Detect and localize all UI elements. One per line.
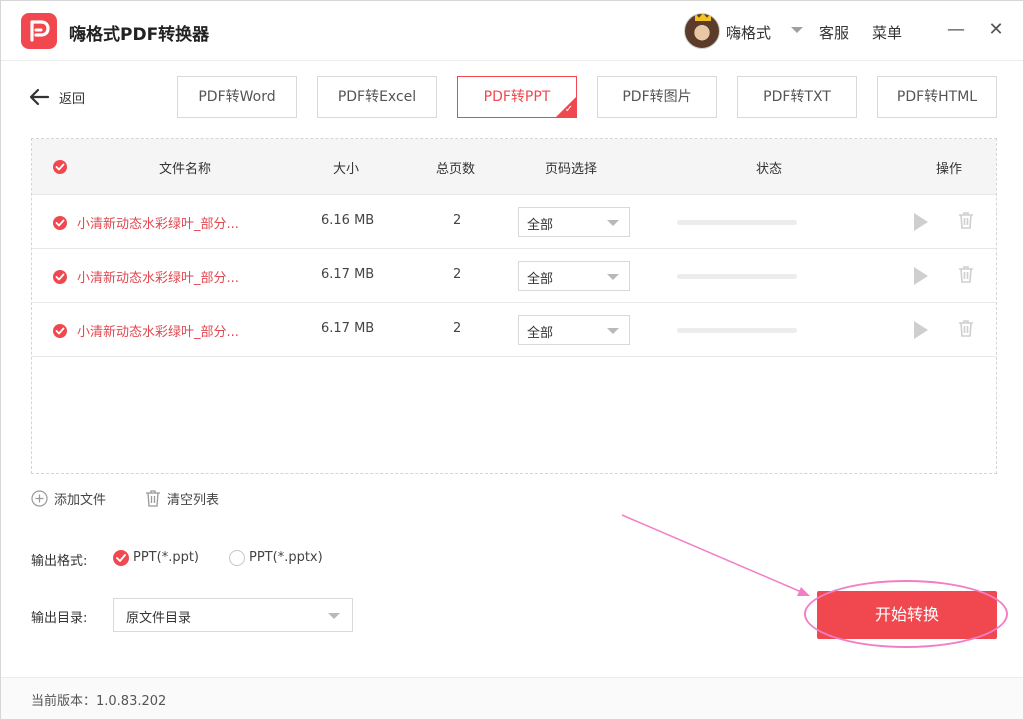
row-checkbox[interactable] [53, 324, 67, 338]
file-name: 小清新动态水彩绿叶_部分... [77, 271, 239, 286]
check-icon [55, 273, 65, 281]
version-text: 当前版本：1.0.83.202 [31, 694, 167, 709]
output-dir-select[interactable]: 原文件目录 [113, 598, 353, 632]
row-checkbox[interactable] [53, 270, 67, 284]
tab-pdf-to-word[interactable]: PDF转Word [177, 76, 297, 118]
chevron-down-icon [607, 274, 619, 280]
conversion-progress [677, 274, 797, 279]
page-range-value: 全部 [527, 218, 554, 233]
page-range-select[interactable]: 全部 [518, 207, 630, 237]
header-pages: 总页数 [436, 162, 476, 177]
page-range-select[interactable]: 全部 [518, 315, 630, 345]
chevron-down-icon [607, 220, 619, 226]
file-size: 6.17 MB [321, 267, 375, 282]
trash-icon[interactable] [958, 319, 974, 337]
tab-pdf-to-txt[interactable]: PDF转TXT [737, 76, 857, 118]
table-row: 小清新动态水彩绿叶_部分... 6.16 MB 2 全部 [32, 195, 996, 249]
user-name[interactable]: 嗨格式 [726, 22, 771, 43]
format-ppt-label[interactable]: PPT(*.ppt) [133, 550, 199, 565]
header-name: 文件名称 [159, 162, 212, 177]
format-pptx-label[interactable]: PPT(*.pptx) [249, 550, 323, 565]
crown-icon [695, 14, 711, 21]
table-row: 小清新动态水彩绿叶_部分... 6.17 MB 2 全部 [32, 303, 996, 357]
header-ops: 操作 [936, 162, 963, 177]
page-range-value: 全部 [527, 326, 554, 341]
menu-link[interactable]: 菜单 [872, 22, 902, 43]
file-size: 6.17 MB [321, 321, 375, 336]
app-window: 嗨格式PDF转换器 嗨格式 客服 菜单 — ✕ 返回 PDF转Word PDF转… [0, 0, 1024, 720]
tab-label: PDF转PPT [483, 89, 551, 105]
app-logo-icon [21, 13, 57, 49]
chevron-down-icon[interactable] [791, 27, 803, 33]
header-size: 大小 [333, 162, 360, 177]
trash-icon [146, 490, 160, 507]
add-file-label: 添加文件 [54, 492, 107, 508]
select-all-checkbox[interactable] [53, 160, 67, 174]
add-file-button[interactable]: 添加文件 [31, 489, 107, 508]
trash-icon[interactable] [958, 211, 974, 229]
format-pptx-radio[interactable] [229, 550, 245, 566]
back-button[interactable]: 返回 [29, 87, 85, 107]
page-range-select[interactable]: 全部 [518, 261, 630, 291]
row-checkbox[interactable] [53, 216, 67, 230]
chevron-down-icon [328, 613, 340, 619]
check-icon [55, 327, 65, 335]
table-header: 文件名称 大小 总页数 页码选择 状态 操作 [32, 139, 996, 195]
minimize-button[interactable]: — [945, 19, 967, 41]
app-title: 嗨格式PDF转换器 [69, 25, 210, 45]
header-range: 页码选择 [545, 162, 598, 177]
page-count: 2 [453, 321, 462, 336]
conversion-progress [677, 328, 797, 333]
file-list-panel: 文件名称 大小 总页数 页码选择 状态 操作 小清新动态水彩绿叶_部分... 6… [31, 138, 997, 474]
page-range-value: 全部 [527, 272, 554, 287]
page-count: 2 [453, 213, 462, 228]
tab-pdf-to-excel[interactable]: PDF转Excel [317, 76, 437, 118]
clear-list-label: 清空列表 [167, 492, 220, 508]
tab-pdf-to-html[interactable]: PDF转HTML [877, 76, 997, 118]
format-ppt-radio[interactable] [113, 550, 129, 566]
tab-pdf-to-image[interactable]: PDF转图片 [597, 76, 717, 118]
file-name: 小清新动态水彩绿叶_部分... [77, 217, 239, 232]
title-bar: 嗨格式PDF转换器 嗨格式 客服 菜单 — ✕ [1, 1, 1023, 61]
footer: 当前版本：1.0.83.202 [1, 677, 1023, 719]
header-status: 状态 [756, 162, 783, 177]
back-label: 返回 [59, 91, 86, 107]
trash-icon[interactable] [958, 265, 974, 283]
play-icon[interactable] [914, 213, 928, 231]
table-row: 小清新动态水彩绿叶_部分... 6.17 MB 2 全部 [32, 249, 996, 303]
output-dir-label: 输出目录: [31, 611, 88, 626]
check-icon [55, 163, 65, 171]
arrow-left-icon [29, 88, 50, 106]
file-size: 6.16 MB [321, 213, 375, 228]
start-convert-button[interactable]: 开始转换 [817, 591, 997, 639]
check-icon [55, 219, 65, 227]
conversion-progress [677, 220, 797, 225]
play-icon[interactable] [914, 321, 928, 339]
output-format-label: 输出格式: [31, 554, 88, 569]
tab-pdf-to-ppt[interactable]: PDF转PPT ✓ [457, 76, 577, 118]
check-icon [116, 554, 126, 562]
output-dir-value: 原文件目录 [126, 611, 192, 626]
play-icon[interactable] [914, 267, 928, 285]
close-button[interactable]: ✕ [985, 19, 1007, 41]
page-count: 2 [453, 267, 462, 282]
clear-list-button[interactable]: 清空列表 [145, 489, 220, 508]
file-name: 小清新动态水彩绿叶_部分... [77, 325, 239, 340]
customer-service-link[interactable]: 客服 [819, 22, 849, 43]
plus-circle-icon [31, 489, 48, 507]
user-avatar[interactable] [684, 13, 720, 49]
chevron-down-icon [607, 328, 619, 334]
check-icon: ✓ [564, 104, 574, 115]
